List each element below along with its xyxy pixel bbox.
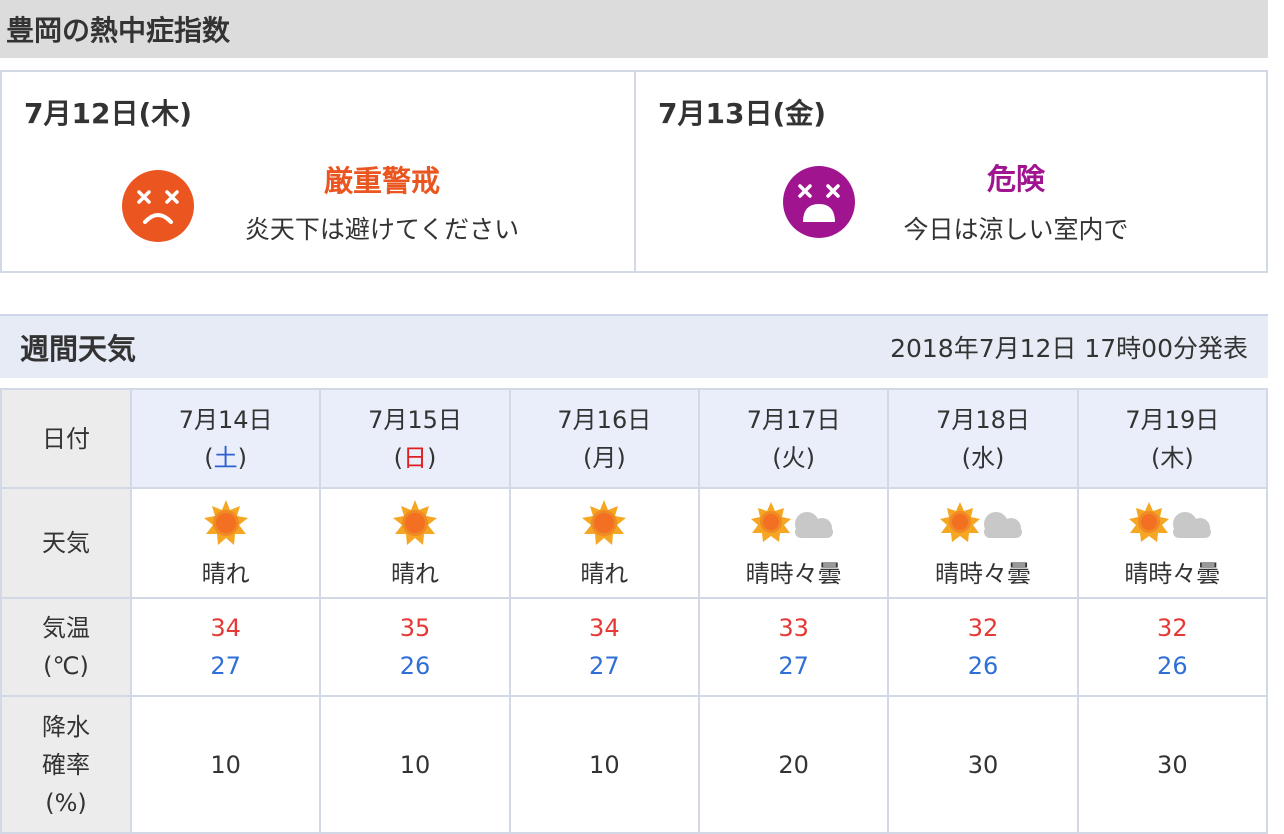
sunny-icon [582,499,627,545]
high-temp: 34 [589,614,620,642]
temperature-cell: 33 27 [697,597,890,697]
weather-cell: 晴時々曇 [697,487,890,599]
heat-advice: 炎天下は避けてください [244,215,520,244]
rain-cell: 30 [887,695,1079,834]
low-temp: 26 [967,652,999,680]
low-temp: 27 [778,652,809,680]
issued-time: 2018年7月12日 17時00分発表 [890,334,1248,363]
weekly-header: 週間天気 2018年7月12日 17時00分発表 [0,314,1268,378]
heat-advice: 今日は涼しい室内で [903,215,1129,244]
rain-cell: 10 [508,695,700,834]
low-temp: 26 [399,652,431,680]
weather-cell: 晴れ [508,487,700,599]
temperature-row: 気温 (℃) 34 27 35 26 34 27 33 27 32 26 32 26 [0,597,1269,697]
date-cell: 7月16日 (月) [508,388,700,489]
weather-row: 天気 晴れ 晴れ 晴れ 晴時々曇 晴時々曇 晴時々曇 [0,487,1269,599]
day-of-week: 水 [970,443,995,472]
rain-cell: 10 [129,695,322,834]
temperature-cell: 32 26 [887,597,1079,697]
low-temp: 27 [589,652,620,680]
row-header-temperature: 気温 (℃) [0,597,132,697]
day-of-week: 火 [781,443,806,472]
date-cell: 7月18日 (水) [887,388,1079,489]
low-temp: 26 [1157,652,1188,680]
worried-face-icon [122,170,194,242]
rain-cell: 10 [319,695,511,834]
day-of-week: 土 [213,443,238,472]
date-cell: 7月15日 (日) [319,388,511,489]
sunny-icon [392,499,437,545]
date-cell: 7月17日 (火) [697,388,890,489]
temperature-cell: 32 26 [1076,597,1269,697]
row-header-weather: 天気 [0,487,132,599]
rain-cell: 20 [697,695,890,834]
high-temp: 33 [778,614,809,642]
date-cell: 7月19日 (木) [1076,388,1269,489]
heat-panel-day1: 7月12日(木) 厳重警戒 炎天下は避けてください [0,70,636,273]
sun-cloud-icon [750,501,833,542]
day-of-week: 日 [402,443,427,472]
weather-cell: 晴時々曇 [1076,487,1269,599]
day-of-week: 月 [592,443,617,472]
temperature-cell: 35 26 [319,597,511,697]
high-temp: 32 [967,614,999,642]
rain-cell: 30 [1076,695,1269,834]
heat-level: 危険 [986,162,1045,196]
row-header-date: 日付 [0,388,132,489]
weather-cell: 晴れ [129,487,322,599]
high-temp: 34 [210,614,241,642]
day-of-week: 木 [1160,443,1185,472]
weather-cell: 晴れ [319,487,511,599]
sun-cloud-icon [939,501,1022,542]
date-cell: 7月14日 (土) [129,388,322,489]
sunny-icon [203,499,248,545]
row-header-rain: 降水 確率 (%) [0,695,132,834]
heat-index-title: 豊岡の熱中症指数 [0,0,1268,58]
rain-probability-row: 降水 確率 (%) 10 10 10 20 30 30 [0,695,1269,834]
heat-date: 7月12日(木) [24,97,193,130]
heat-date: 7月13日(金) [658,97,827,130]
temperature-cell: 34 27 [129,597,322,697]
heat-panel-day2: 7月13日(金) 危険 今日は涼しい室内で [634,70,1268,273]
weather-cell: 晴時々曇 [887,487,1079,599]
heat-level: 厳重警戒 [323,164,440,198]
weekly-forecast-table: 日付 7月14日 (土) 7月15日 (日) 7月16日 (月) 7月17日 (火) 7… [0,388,1269,834]
high-temp: 32 [1157,614,1188,642]
temperature-cell: 34 27 [508,597,700,697]
high-temp: 35 [399,614,431,642]
sun-cloud-icon [1129,501,1212,542]
low-temp: 27 [210,652,241,680]
weekly-title: 週間天気 [20,332,137,366]
date-row: 日付 7月14日 (土) 7月15日 (日) 7月16日 (月) 7月17日 (火) 7… [0,388,1269,489]
